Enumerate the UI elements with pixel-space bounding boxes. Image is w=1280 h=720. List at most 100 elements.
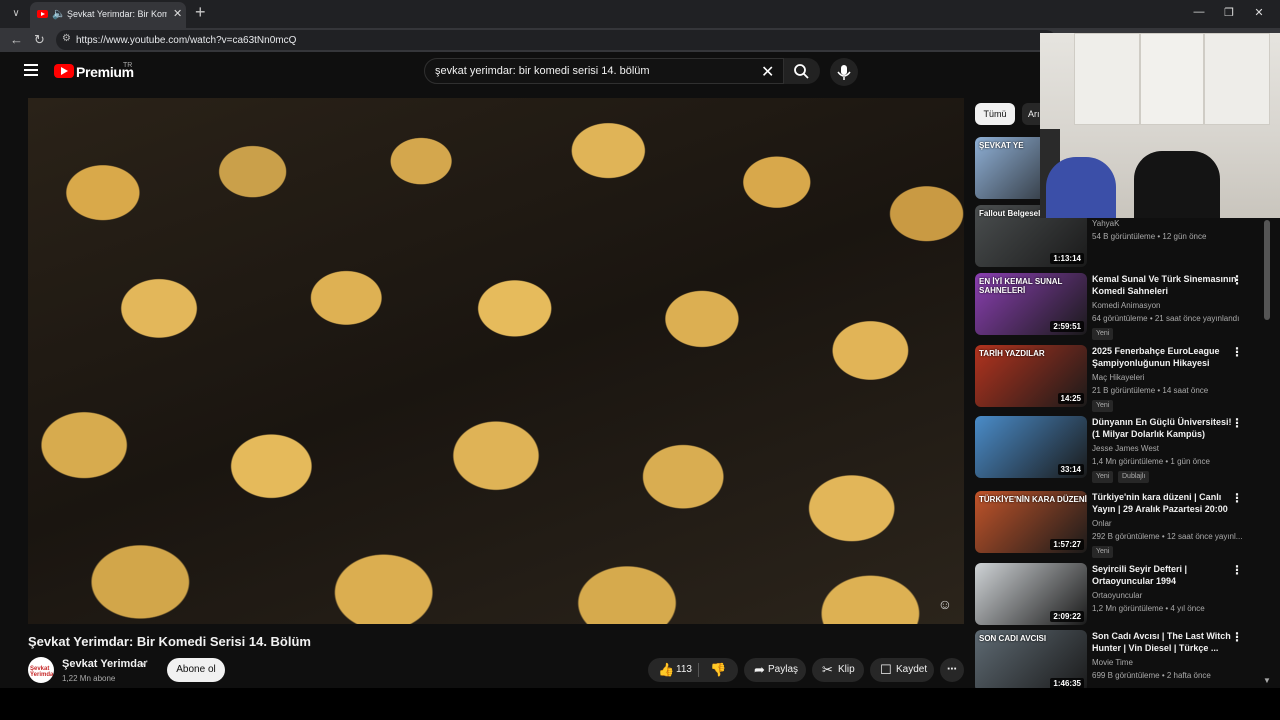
more-options-icon[interactable]: ⋮ xyxy=(1231,491,1243,505)
bookmark-icon: ☐ xyxy=(880,662,892,677)
scissors-icon: ✂ xyxy=(822,662,833,677)
recommendation-title[interactable]: 2025 Fenerbahçe EuroLeague Şampiyonluğun… xyxy=(1092,345,1242,369)
close-tab-icon[interactable]: ✕ xyxy=(173,7,182,20)
like-count[interactable]: 113 xyxy=(676,658,692,682)
save-button[interactable]: ☐ Kaydet xyxy=(870,658,934,682)
youtube-favicon-icon xyxy=(37,10,48,18)
thumbnail-text: Fallout Belgeseli xyxy=(979,209,1043,218)
cabinet xyxy=(1204,33,1270,125)
recommendation-channel[interactable]: Ortaoyuncular xyxy=(1092,591,1142,600)
video-thumbnail[interactable]: EN İYİ KEMAL SUNAL SAHNELERİ 2:59:51 xyxy=(975,273,1087,335)
recommendation-title[interactable]: Dünyanın En Güçlü Üniversitesi! (1 Milya… xyxy=(1092,416,1242,440)
more-options-icon[interactable]: ⋮ xyxy=(1231,416,1243,430)
new-badge: Yeni xyxy=(1092,471,1114,483)
reload-icon[interactable]: ↻ xyxy=(34,32,45,48)
hamburger-menu-icon[interactable] xyxy=(24,64,38,76)
thumbnail-text: ŞEVKAT YE xyxy=(979,141,1024,150)
search-input[interactable]: şevkat yerimdar: bir komedi serisi 14. b… xyxy=(424,58,784,84)
clip-button[interactable]: ✂ Klip xyxy=(812,658,864,682)
webcam-overlay xyxy=(1040,33,1280,218)
avatar-text: Şevkat Yerimdar xyxy=(30,666,54,678)
verified-icon: ✔ xyxy=(141,658,149,668)
taskbar-area xyxy=(0,688,1280,720)
channel-name[interactable]: Şevkat Yerimdar xyxy=(62,658,147,670)
video-thumbnail[interactable]: TARİH YAZDILAR 14:25 xyxy=(975,345,1087,407)
clear-search-icon[interactable]: ✕ xyxy=(761,62,774,82)
new-badge: Yeni xyxy=(1092,546,1114,558)
recommendation-meta: 54 B görüntüleme • 12 gün önce xyxy=(1092,232,1207,241)
address-bar[interactable]: ⚙ https://www.youtube.com/watch?v=ca63tN… xyxy=(56,30,1056,50)
thumbnail-text: TÜRKİYE'NİN KARA DÜZENİ xyxy=(979,495,1087,504)
country-code: TR xyxy=(123,62,133,69)
more-options-icon[interactable]: ⋮ xyxy=(1231,273,1243,287)
recommendation-channel[interactable]: Movie Time xyxy=(1092,658,1133,667)
recommendation-channel[interactable]: Maç Hikayeleri xyxy=(1092,373,1144,382)
recommendation-title[interactable]: Son Cadı Avcısı | The Last Witch Hunter … xyxy=(1092,630,1242,654)
gaming-chair xyxy=(1134,151,1220,218)
voice-search-button[interactable] xyxy=(830,58,858,86)
recommendation-channel[interactable]: Komedi Animasyon xyxy=(1092,301,1160,310)
more-options-icon[interactable]: ⋮ xyxy=(1231,563,1243,577)
recommendation-title[interactable]: Türkiye'nin kara düzeni | Canlı Yayın | … xyxy=(1092,491,1242,515)
clip-label: Klip xyxy=(838,664,855,675)
video-thumbnail[interactable]: SON CADI AVCISI 1:46:35 xyxy=(975,630,1087,692)
recommendation-meta: 1,2 Mn görüntüleme • 4 yıl önce xyxy=(1092,604,1205,613)
video-player[interactable]: ☺ xyxy=(28,98,964,624)
search-button[interactable] xyxy=(784,58,820,84)
recommendation-title[interactable]: Seyircili Seyir Defteri | Ortaoyuncular … xyxy=(1092,563,1242,587)
like-divider xyxy=(698,663,699,677)
recommendation-meta: 64 görüntüleme • 21 saat önce yayınlandı xyxy=(1092,314,1240,323)
recommendation-channel[interactable]: Onlar xyxy=(1092,519,1112,528)
scroll-down-arrow-icon[interactable]: ▼ xyxy=(1263,676,1271,685)
duration-badge: 33:14 xyxy=(1057,464,1084,475)
video-thumbnail[interactable]: 33:14 xyxy=(975,416,1087,478)
close-window-icon[interactable]: ✕ xyxy=(1249,6,1269,19)
player-overlay-icon: ☺ xyxy=(937,596,952,612)
chip-all[interactable]: Tümü xyxy=(975,103,1015,125)
recommendation-item[interactable]: SON CADI AVCISI 1:46:35 Son Cadı Avcısı | … xyxy=(975,630,1265,694)
recommendation-channel[interactable]: Jesse James West xyxy=(1092,444,1159,453)
speaker-icon[interactable]: 🔈 xyxy=(52,7,66,20)
recommendation-item[interactable]: 2:09:22 Seyircili Seyir Defteri | Ortaoyu… xyxy=(975,563,1265,627)
video-thumbnail[interactable]: TÜRKİYE'NİN KARA DÜZENİ 1:57:27 xyxy=(975,491,1087,553)
new-tab-icon[interactable]: + xyxy=(195,2,206,23)
duration-badge: 14:25 xyxy=(1057,393,1084,404)
video-thumbnail[interactable]: 2:09:22 xyxy=(975,563,1087,625)
recommendation-item[interactable]: TARİH YAZDILAR 14:25 2025 Fenerbahçe EuroL… xyxy=(975,345,1265,412)
thumbnail-text: SON CADI AVCISI xyxy=(979,634,1047,643)
more-actions-icon[interactable]: ⋯ xyxy=(940,658,964,682)
minimize-icon[interactable]: — xyxy=(1189,6,1209,18)
more-options-icon[interactable]: ⋮ xyxy=(1231,345,1243,359)
sidebar-scrollbar[interactable] xyxy=(1264,220,1270,320)
share-button[interactable]: ➦ Paylaş xyxy=(744,658,806,682)
recommendation-title[interactable]: Kemal Sunal Ve Türk Sinemasının Komedi S… xyxy=(1092,273,1242,297)
tab-title: Şevkat Yerimdar: Bir Komedi S xyxy=(67,9,167,19)
site-info-icon[interactable]: ⚙ xyxy=(62,33,71,44)
person xyxy=(1046,157,1116,218)
browser-tab-bar: ∨ 🔈 Şevkat Yerimdar: Bir Komedi S ✕ + — … xyxy=(0,0,1280,28)
subscriber-count: 1,22 Mn abone xyxy=(62,674,116,683)
dubbed-badge: Dublajlı xyxy=(1118,471,1150,483)
recommendation-item[interactable]: EN İYİ KEMAL SUNAL SAHNELERİ 2:59:51 Kemal… xyxy=(975,273,1265,340)
recommendation-meta: 1,4 Mn görüntüleme • 1 gün önce xyxy=(1092,457,1210,466)
back-icon[interactable]: ← xyxy=(10,32,23,47)
new-badge: Yeni xyxy=(1092,328,1114,340)
recommendation-channel[interactable]: YahyaK xyxy=(1092,219,1119,228)
duration-badge: 2:59:51 xyxy=(1050,321,1084,332)
channel-avatar[interactable]: Şevkat Yerimdar xyxy=(28,657,54,683)
recommendation-item[interactable]: 33:14 Dünyanın En Güçlü Üniversitesi! (1 … xyxy=(975,416,1265,483)
screen: ∨ 🔈 Şevkat Yerimdar: Bir Komedi S ✕ + — … xyxy=(0,0,1280,720)
tab-search-icon[interactable]: ∨ xyxy=(7,5,25,23)
like-dislike-group: 👍 113 👎 xyxy=(648,658,738,682)
browser-tab[interactable]: 🔈 Şevkat Yerimdar: Bir Komedi S ✕ xyxy=(30,2,186,28)
cabinet xyxy=(1140,33,1204,125)
dislike-icon[interactable]: 👎 xyxy=(710,658,726,682)
youtube-logo-icon[interactable] xyxy=(54,64,74,78)
share-label: Paylaş xyxy=(768,664,799,675)
maximize-icon[interactable]: ❐ xyxy=(1219,6,1239,19)
more-options-icon[interactable]: ⋮ xyxy=(1231,630,1243,644)
like-icon[interactable]: 👍 xyxy=(658,658,674,682)
subscribe-button[interactable]: Abone ol xyxy=(167,658,225,682)
new-badge: Yeni xyxy=(1092,400,1114,412)
recommendation-item[interactable]: TÜRKİYE'NİN KARA DÜZENİ 1:57:27 Türkiye'ni… xyxy=(975,491,1265,558)
